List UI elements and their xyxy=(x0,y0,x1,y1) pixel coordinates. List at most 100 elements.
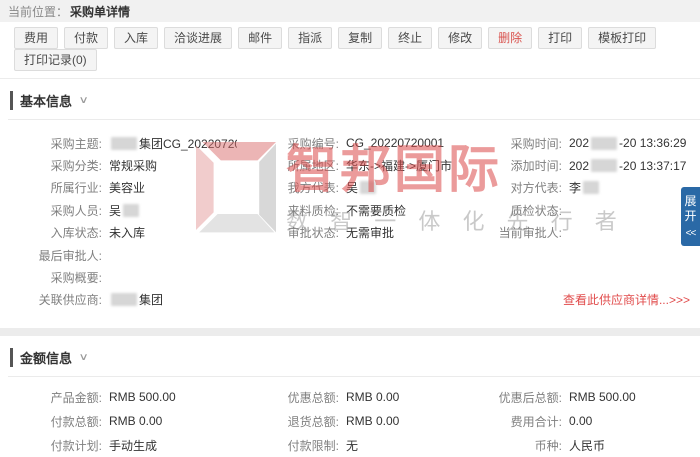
field-cell: 所属行业:美容业 xyxy=(0,177,237,199)
field-label: 付款总额: xyxy=(0,413,109,430)
toolbar-button-template-print[interactable]: 模板打印 xyxy=(588,27,656,49)
toolbar-button-email[interactable]: 邮件 xyxy=(238,27,282,49)
toolbar-button-modify[interactable]: 修改 xyxy=(438,27,482,49)
field-label: 所属行业: xyxy=(0,179,109,196)
field-cell: 审批状态:无需审批 xyxy=(237,222,460,244)
field-value: 李 xyxy=(569,179,601,196)
field-text: 吴 xyxy=(346,179,358,196)
toolbar-button-fee[interactable]: 费用 xyxy=(14,27,58,49)
field-value: RMB 500.00 xyxy=(569,390,636,404)
field-cell: 所属地区:华东->福建->厦门市 xyxy=(237,154,460,176)
chevron-down-icon[interactable]: ∨ xyxy=(79,352,89,363)
field-label: 优惠后总额: xyxy=(460,389,569,406)
toolbar-button-print[interactable]: 打印 xyxy=(538,27,582,49)
field-label: 采购人员: xyxy=(0,202,109,219)
expand-tab-label: 展开 xyxy=(684,194,697,224)
field-value: 未入库 xyxy=(109,224,145,241)
field-text: -20 13:37:17 xyxy=(619,159,686,173)
breadcrumb-current: 采购单详情 xyxy=(70,3,130,20)
field-cell: 币种:人民币 xyxy=(460,433,700,457)
field-value: RMB 500.00 xyxy=(109,390,176,404)
field-cell: 当前审批人: xyxy=(460,222,700,244)
field-cell: 采购主题:集团CG_20220720001 xyxy=(0,132,237,154)
field-value: RMB 0.00 xyxy=(346,390,399,404)
toolbar-button-terminate[interactable]: 终止 xyxy=(388,27,432,49)
field-label: 付款限制: xyxy=(237,437,346,454)
field-cell: 最后审批人: xyxy=(0,244,237,266)
toolbar-button-assign[interactable]: 指派 xyxy=(288,27,332,49)
field-value: CG_20220720001 xyxy=(346,136,444,150)
empty-cell xyxy=(460,266,700,288)
field-value: 人民币 xyxy=(569,437,605,454)
field-text: 李 xyxy=(569,179,581,196)
field-cell: 质检状态: xyxy=(460,199,700,221)
redacted-text xyxy=(111,137,137,150)
toolbar-button-print-records[interactable]: 打印记录(0) xyxy=(14,49,97,71)
field-cell: 采购分类:常规采购 xyxy=(0,154,237,176)
field-value: 无需审批 xyxy=(346,224,394,241)
field-label: 退货总额: xyxy=(237,413,346,430)
redacted-text xyxy=(111,293,137,306)
field-text: 华东->福建->厦门市 xyxy=(346,157,452,174)
field-cell: 对方代表:李 xyxy=(460,177,700,199)
field-label: 添加时间: xyxy=(460,157,569,174)
expand-tab[interactable]: 展开 << xyxy=(681,187,700,246)
redacted-text xyxy=(360,181,376,194)
field-label: 当前审批人: xyxy=(460,224,569,241)
breadcrumb-prefix: 当前位置： xyxy=(8,3,68,20)
toolbar-button-delete[interactable]: 删除 xyxy=(488,27,532,49)
field-label: 费用合计: xyxy=(460,413,569,430)
basic-info-header[interactable]: 基本信息 ∨ xyxy=(0,79,700,119)
field-label: 采购时间: xyxy=(460,135,569,152)
field-text: 无 xyxy=(346,437,358,454)
field-value: 集团CG_20220720001 xyxy=(109,135,237,152)
field-label: 产品金额: xyxy=(0,389,109,406)
field-label: 采购概要: xyxy=(0,269,109,286)
field-cell: 付款计划:手动生成 xyxy=(0,433,237,457)
toolbar-button-copy[interactable]: 复制 xyxy=(338,27,382,49)
field-text: 202 xyxy=(569,136,589,150)
section-amount-info: 金额信息 ∨ 产品金额:RMB 500.00优惠总额:RMB 0.00优惠后总额… xyxy=(0,336,700,457)
field-value: 吴 xyxy=(346,179,378,196)
field-text: 未入库 xyxy=(109,224,145,241)
field-value: 美容业 xyxy=(109,179,145,196)
field-cell: 付款总额:RMB 0.00 xyxy=(0,409,237,433)
field-label: 最后审批人: xyxy=(0,247,109,264)
field-cell: 我方代表:吴 xyxy=(237,177,460,199)
chevron-down-icon[interactable]: ∨ xyxy=(79,95,89,106)
field-value: 202 -20 13:36:29 xyxy=(569,136,686,150)
toolbar-button-negotiation-progress[interactable]: 洽谈进展 xyxy=(164,27,232,49)
section-basic-info: 基本信息 ∨ 采购主题:集团CG_20220720001采购编号:CG_2022… xyxy=(0,79,700,328)
basic-info-title: 基本信息 xyxy=(10,91,72,110)
toolbar-button-warehouse-in[interactable]: 入库 xyxy=(114,27,158,49)
toolbar-button-payment[interactable]: 付款 xyxy=(64,27,108,49)
field-cell: 付款限制:无 xyxy=(237,433,460,457)
field-cell: 采购编号:CG_20220720001 xyxy=(237,132,460,154)
field-text: 无需审批 xyxy=(346,224,394,241)
field-text: 人民币 xyxy=(569,437,605,454)
field-value: 吴 xyxy=(109,202,141,219)
field-label: 入库状态: xyxy=(0,224,109,241)
field-label: 付款计划: xyxy=(0,437,109,454)
field-label: 所属地区: xyxy=(237,157,346,174)
field-cell: 添加时间:202-20 13:37:17 xyxy=(460,154,700,176)
field-cell: 采购人员:吴 xyxy=(0,199,237,221)
supplier-detail-link[interactable]: 查看此供应商详情...>>> xyxy=(563,291,690,308)
section-separator xyxy=(0,328,700,336)
amount-info-header[interactable]: 金额信息 ∨ xyxy=(0,336,700,376)
field-text: 美容业 xyxy=(109,179,145,196)
field-cell: 退货总额:RMB 0.00 xyxy=(237,409,460,433)
field-label: 采购分类: xyxy=(0,157,109,174)
field-text: RMB 500.00 xyxy=(569,390,636,404)
field-label: 关联供应商: xyxy=(0,291,109,308)
link-cell: 查看此供应商详情...>>> xyxy=(460,289,700,311)
empty-cell xyxy=(237,266,460,288)
field-text: -20 13:36:29 xyxy=(619,136,686,150)
field-cell: 采购概要: xyxy=(0,266,237,288)
redacted-text xyxy=(591,137,617,150)
field-value: 常规采购 xyxy=(109,157,157,174)
redacted-text xyxy=(591,159,617,172)
field-text: RMB 0.00 xyxy=(346,414,399,428)
field-text: 集团CG_20220720001 xyxy=(139,135,237,152)
field-text: RMB 0.00 xyxy=(346,390,399,404)
